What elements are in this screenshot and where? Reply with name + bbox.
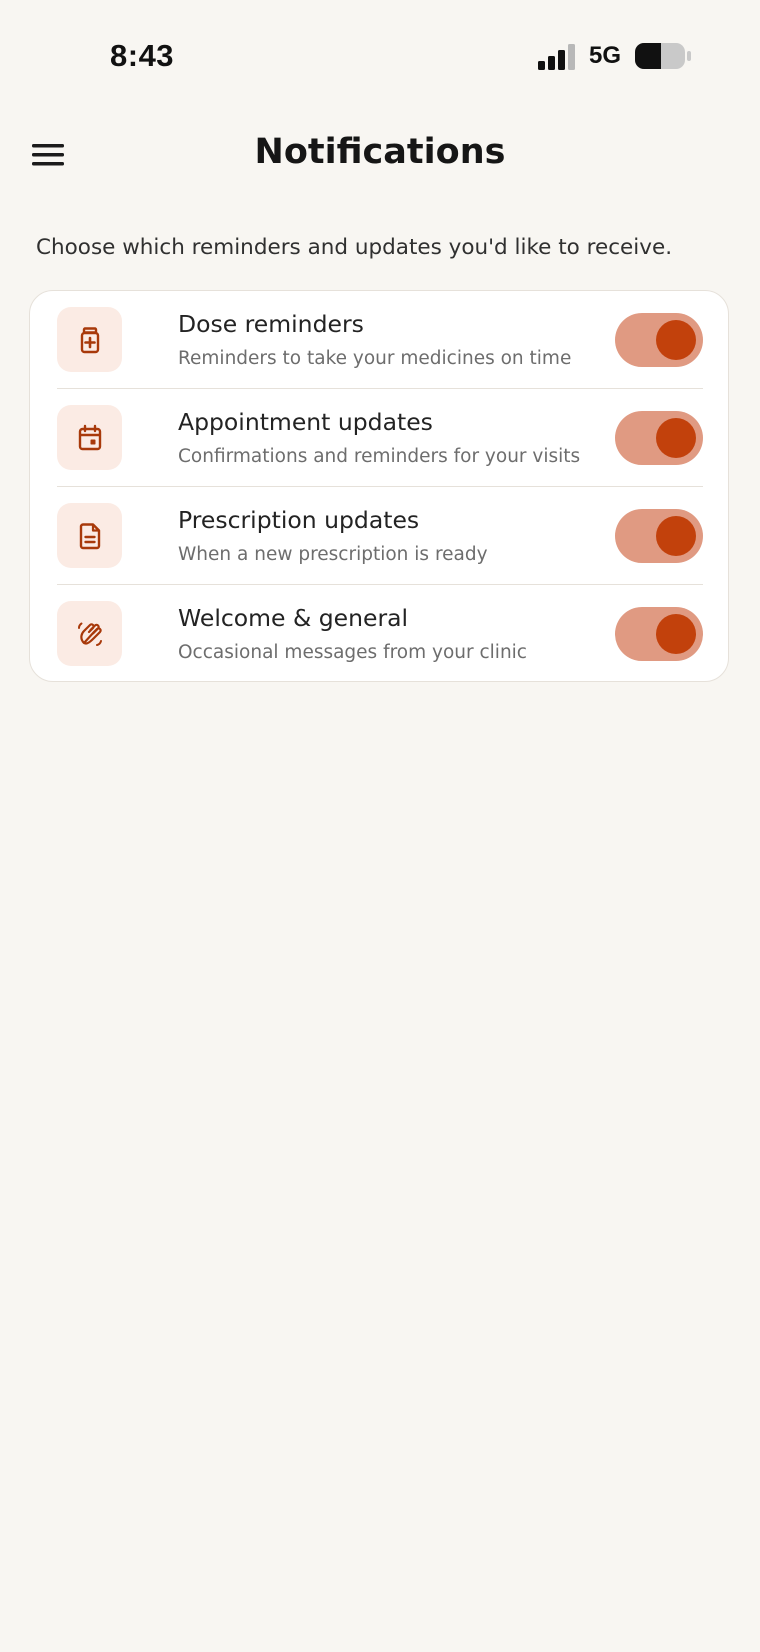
medicine-bottle-icon xyxy=(80,326,99,353)
status-time: 8:43 xyxy=(110,38,175,73)
setting-description: Reminders to take your medicines on time xyxy=(178,348,572,369)
setting-row-appointment-updates: Appointment updates Confirmations and re… xyxy=(57,389,703,487)
status-bar: 8:43 5G xyxy=(0,0,760,110)
toggle-knob xyxy=(656,614,696,654)
setting-title: Dose reminders xyxy=(178,310,364,338)
icon-tile xyxy=(57,307,122,372)
network-label: 5G xyxy=(589,42,622,69)
icon-tile xyxy=(57,601,122,666)
toggle-knob xyxy=(656,516,696,556)
battery-icon xyxy=(635,43,691,69)
setting-title: Prescription updates xyxy=(178,506,420,534)
icon-tile xyxy=(57,503,122,568)
document-icon xyxy=(79,522,100,549)
cellular-signal-icon xyxy=(538,44,575,70)
welcome-general-toggle[interactable] xyxy=(615,607,703,661)
setting-description: When a new prescription is ready xyxy=(178,544,488,565)
setting-description: Confirmations and reminders for your vis… xyxy=(178,446,581,467)
prescription-updates-toggle[interactable] xyxy=(615,509,703,563)
setting-title: Welcome & general xyxy=(178,604,409,632)
icon-tile xyxy=(57,405,122,470)
dose-reminders-toggle[interactable] xyxy=(615,313,703,367)
toggle-knob xyxy=(656,418,696,458)
setting-title: Appointment updates xyxy=(178,408,433,436)
setting-description: Occasional messages from your clinic xyxy=(178,642,527,663)
setting-row-prescription-updates: Prescription updates When a new prescrip… xyxy=(57,487,703,585)
appointment-updates-toggle[interactable] xyxy=(615,411,703,465)
setting-row-welcome-general: Welcome & general Occasional messages fr… xyxy=(57,585,703,683)
toggle-knob xyxy=(656,320,696,360)
page-title: Notifications xyxy=(254,132,506,172)
setting-row-dose-reminders: Dose reminders Reminders to take your me… xyxy=(57,291,703,389)
app-header: Notifications xyxy=(0,120,760,190)
waving-hand-icon xyxy=(77,622,102,646)
intro-text: Choose which reminders and updates you'd… xyxy=(36,235,673,260)
calendar-icon xyxy=(78,424,101,450)
notification-settings-card: Dose reminders Reminders to take your me… xyxy=(29,290,729,682)
